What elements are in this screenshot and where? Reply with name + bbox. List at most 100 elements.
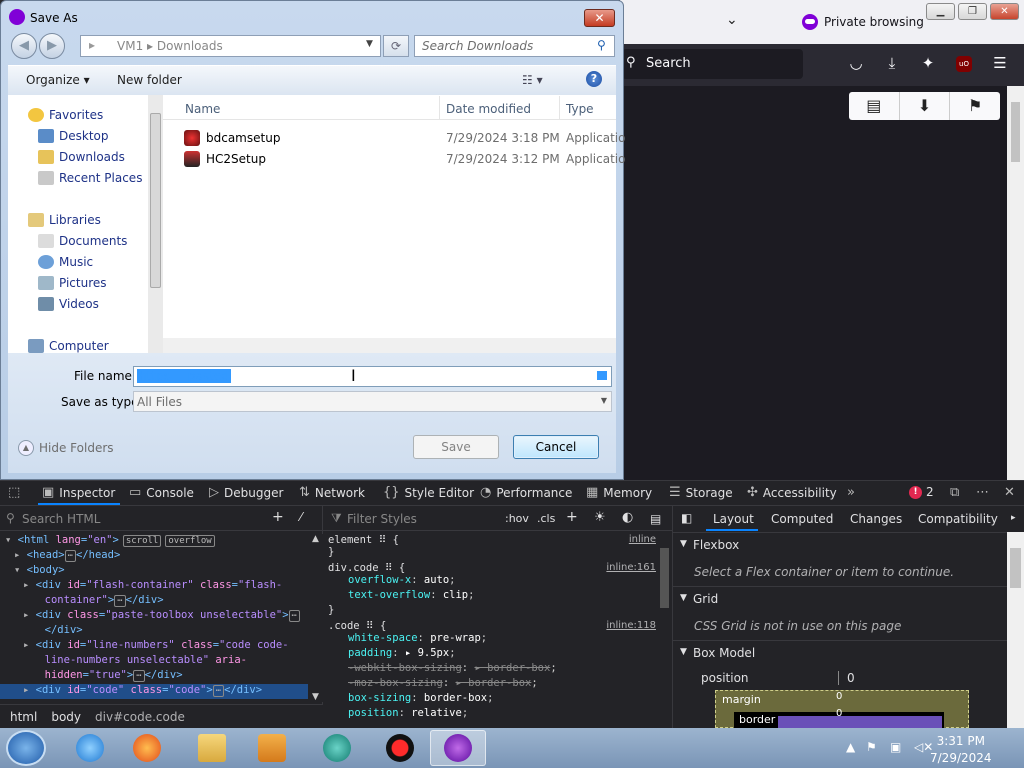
page-scrollbar[interactable]: [1007, 86, 1024, 480]
start-button[interactable]: [6, 730, 46, 766]
firefox-taskbar-button[interactable]: [119, 730, 175, 766]
nav-libraries[interactable]: Libraries: [28, 213, 101, 227]
nav-pictures[interactable]: Pictures: [38, 276, 107, 290]
box-model-section[interactable]: ▼ Box Model: [673, 640, 1007, 666]
app-taskbar-button[interactable]: [309, 730, 365, 766]
expand-arrow-icon[interactable]: ▸: [23, 609, 36, 621]
nav-desktop[interactable]: Desktop: [38, 129, 109, 143]
tab-list-chevron-icon[interactable]: ⌄: [726, 12, 738, 28]
window-close-button[interactable]: ✕: [990, 3, 1019, 20]
margin-value[interactable]: 0: [836, 691, 842, 702]
refresh-button[interactable]: ⟳: [383, 35, 409, 57]
grid-section[interactable]: ▼ Grid: [673, 586, 1007, 612]
tab-performance[interactable]: ◔ Performance: [480, 485, 572, 500]
css-declaration[interactable]: white-space: pre-wrap;: [328, 632, 656, 647]
light-mode-icon[interactable]: ☀: [594, 510, 606, 525]
system-clock[interactable]: 3:31 PM 7/29/2024: [930, 733, 992, 767]
add-node-icon[interactable]: +: [272, 509, 284, 525]
css-rule[interactable]: div.code ⠿ {inline:161 overflow-x: auto; t…: [328, 562, 656, 616]
explorer-taskbar-button[interactable]: [184, 730, 240, 766]
expand-arrow-icon[interactable]: ▸: [23, 579, 36, 591]
dialog-close-button[interactable]: ✕: [584, 9, 615, 27]
firefox-search-input[interactable]: ⚲ Search: [622, 49, 803, 79]
collapsed-ellipsis-icon[interactable]: ⋯: [64, 550, 77, 562]
tab-style-editor[interactable]: {} Style Editor: [383, 485, 474, 500]
collapsed-ellipsis-icon[interactable]: ⋯: [133, 670, 145, 682]
expand-arrow-icon[interactable]: ▸: [23, 639, 36, 651]
file-name-input[interactable]: https___pasted ▼: [133, 366, 612, 387]
nav-recent-places[interactable]: Recent Places: [38, 171, 142, 185]
markup-node[interactable]: ▸ <div class="paste-toolbox unselectable…: [0, 609, 310, 624]
media-taskbar-button[interactable]: [244, 730, 300, 766]
file-row[interactable]: bdcamsetup: [184, 130, 280, 146]
nav-downloads[interactable]: Downloads: [38, 150, 125, 164]
document-icon[interactable]: ▤: [849, 92, 900, 120]
maximize-button[interactable]: ❐: [958, 3, 987, 20]
error-count-badge[interactable]: ! 2: [909, 485, 934, 499]
filter-styles-input[interactable]: ⧩ Filter Styles: [323, 507, 673, 531]
nav-computer[interactable]: Computer: [28, 339, 109, 353]
add-rule-icon[interactable]: +: [566, 509, 578, 525]
tab-inspector[interactable]: ▣ Inspector: [42, 485, 115, 500]
rule-source-link[interactable]: inline:161: [606, 562, 656, 573]
devtools-menu-icon[interactable]: ⋯: [976, 485, 989, 500]
nav-documents[interactable]: Documents: [38, 234, 127, 248]
html-scrollbar[interactable]: ▲ ▼: [308, 534, 323, 702]
cancel-button[interactable]: Cancel: [513, 435, 599, 459]
action-center-flag-icon[interactable]: ⚑: [866, 740, 877, 754]
eyedropper-icon[interactable]: ⁄: [300, 510, 302, 524]
breadcrumb-div[interactable]: div#code.code: [95, 710, 185, 724]
expand-arrow-icon[interactable]: ▸: [14, 549, 27, 561]
column-type[interactable]: Type: [566, 102, 594, 116]
file-list-hscrollbar[interactable]: [163, 338, 616, 353]
forward-button[interactable]: ▶: [39, 33, 65, 59]
address-dropdown-icon[interactable]: ▼: [366, 39, 373, 49]
search-html-input[interactable]: ⚲ Search HTML + ⁄: [0, 507, 323, 531]
dark-mode-icon[interactable]: ◐: [622, 510, 633, 525]
column-name[interactable]: Name: [185, 102, 220, 116]
show-hidden-icons[interactable]: ▲: [846, 740, 855, 754]
markup-node[interactable]: line-numbers unselectable" aria-: [0, 654, 310, 669]
tab-storage[interactable]: ☰ Storage: [669, 485, 733, 500]
layout-scrollbar[interactable]: [1007, 532, 1024, 728]
collapsed-ellipsis-icon[interactable]: ⋯: [288, 610, 300, 622]
breadcrumb-body[interactable]: body: [51, 710, 81, 724]
pocket-icon[interactable]: ◡: [846, 54, 866, 74]
css-rule[interactable]: element ⠿ {inline}: [328, 534, 656, 558]
new-folder-button[interactable]: New folder: [117, 73, 182, 87]
rule-source-link[interactable]: inline: [629, 534, 656, 545]
recorder-taskbar-button[interactable]: [372, 730, 428, 766]
markup-node[interactable]: container"> ⋯ </div>: [0, 594, 310, 609]
save-type-select[interactable]: All Files ▼: [133, 391, 612, 412]
menu-icon[interactable]: ☰: [990, 54, 1010, 74]
expand-arrow-icon[interactable]: ▾: [5, 534, 18, 546]
collapsed-ellipsis-icon[interactable]: ⋯: [114, 595, 126, 607]
ublock-icon[interactable]: uO: [956, 56, 972, 72]
download-icon[interactable]: ⬇: [900, 92, 951, 120]
search-downloads-input[interactable]: Search Downloads: [414, 35, 615, 57]
expand-arrow-icon[interactable]: ▾: [14, 564, 27, 576]
rule-source-link[interactable]: inline:118: [606, 620, 656, 631]
hov-toggle[interactable]: :hov: [505, 512, 529, 525]
position-value[interactable]: 0: [838, 671, 855, 685]
column-date-modified[interactable]: Date modified: [446, 102, 531, 116]
markup-node[interactable]: </div>: [0, 624, 310, 639]
scroll-badge[interactable]: scroll: [122, 535, 162, 547]
tab-changes[interactable]: Changes: [850, 512, 902, 526]
markup-node[interactable]: ▾ <body>: [0, 564, 310, 579]
overflow-chevron-icon[interactable]: ▸: [1011, 513, 1016, 523]
css-rule[interactable]: .code ⠿ {inline:118 white-space: pre-wrap…: [328, 620, 656, 722]
tab-accessibility[interactable]: ✣ Accessibility: [747, 485, 837, 500]
devtools-close-icon[interactable]: ✕: [1004, 485, 1015, 500]
css-declaration[interactable]: text-overflow: clip;: [328, 589, 656, 604]
nav-music[interactable]: Music: [38, 255, 93, 269]
chevron-down-icon[interactable]: ▼: [596, 371, 607, 380]
organize-button[interactable]: Organize ▾: [26, 73, 90, 87]
file-row[interactable]: HC2Setup: [184, 151, 266, 167]
css-declaration[interactable]: position: relative;: [328, 707, 656, 722]
css-declaration[interactable]: padding: ▸ 9.5px;: [328, 647, 656, 662]
markup-node[interactable]: ▸ <div id="flash-container" class="flash…: [0, 579, 310, 594]
search-icon[interactable]: ⚲: [597, 38, 606, 52]
css-declaration[interactable]: -moz-box-sizing: ▸ border-box;: [328, 677, 656, 692]
ie-taskbar-button[interactable]: [62, 730, 118, 766]
